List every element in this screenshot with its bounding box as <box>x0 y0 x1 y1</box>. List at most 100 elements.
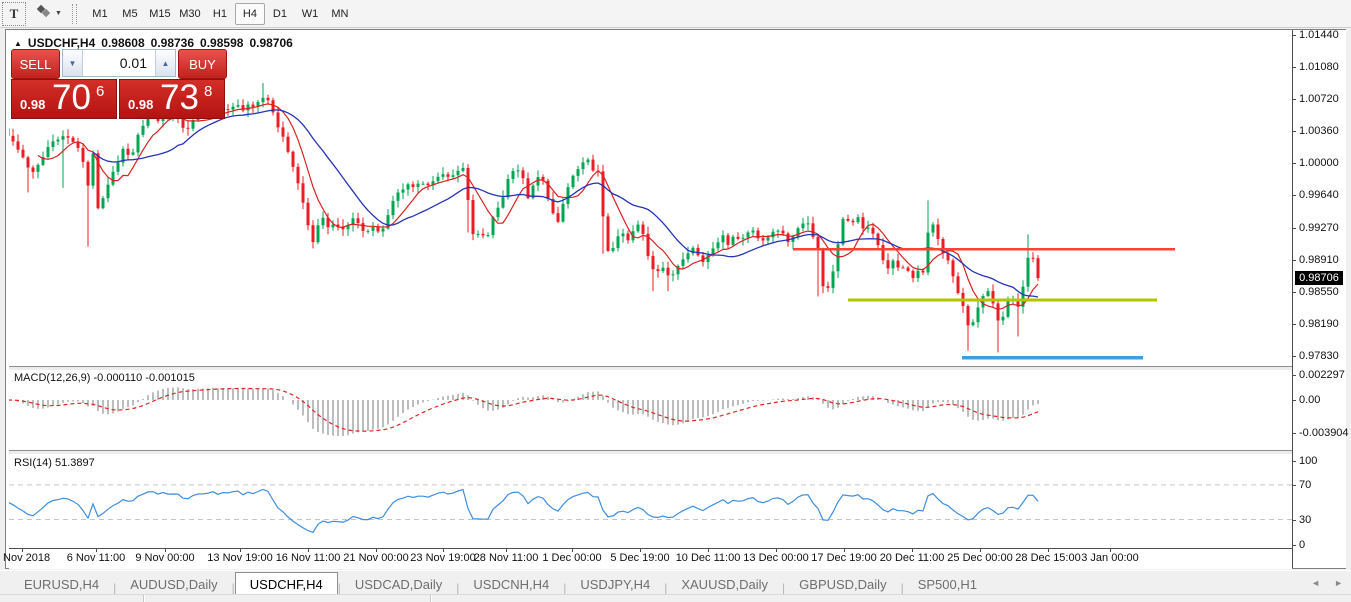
time-axis-tick <box>844 548 845 552</box>
indicator-axis-tick <box>1292 433 1296 434</box>
symbol-header: ▲ USDCHF,H4 0.98608 0.98736 0.98598 0.98… <box>14 36 293 50</box>
price-axis-tick <box>1292 324 1296 325</box>
price-axis-label: 1.01440 <box>1299 29 1339 41</box>
buy-button[interactable]: BUY <box>178 49 227 79</box>
sell-price-pips: 70 <box>52 78 91 118</box>
tab-usdjpy-h4[interactable]: USDJPY,H4 <box>566 574 664 595</box>
tab-usdcad-daily[interactable]: USDCAD,Daily <box>341 574 456 595</box>
time-axis-label: 6 Nov 11:00 <box>56 552 136 564</box>
price-axis-tick <box>1292 67 1296 68</box>
price-axis-tick <box>1292 131 1296 132</box>
tab-xauusd-daily[interactable]: XAUUSD,Daily <box>667 574 782 595</box>
time-axis-tick <box>708 548 709 552</box>
time-axis-label: 9 Nov 00:00 <box>125 552 205 564</box>
price-axis-tick <box>1292 356 1296 357</box>
symbol-name: USDCHF,H4 <box>28 36 95 50</box>
indicator-axis-label: 0 <box>1299 539 1305 551</box>
sell-button[interactable]: SELL <box>11 49 60 79</box>
arrows-icon <box>34 3 52 24</box>
timeframe-button-m30[interactable]: M30 <box>175 3 205 25</box>
time-axis-tick <box>1110 548 1111 552</box>
time-axis-tick <box>22 548 23 552</box>
indicator-axis-label: 30 <box>1299 514 1311 526</box>
buy-price-point: 8 <box>204 83 212 100</box>
price-axis-tick <box>1292 260 1296 261</box>
arrows-tool-button[interactable]: ▼ <box>34 3 62 24</box>
price-axis-label: 0.99640 <box>1299 189 1339 201</box>
indicator-axis-tick <box>1292 400 1296 401</box>
status-bar <box>0 594 1351 602</box>
ohlc-high: 0.98736 <box>151 36 194 50</box>
indicator-axis-label: 0.00 <box>1299 394 1320 406</box>
toolbar-grip <box>72 4 77 24</box>
tab-sp500-h1[interactable]: SP500,H1 <box>904 574 991 595</box>
toolbar: T ▼ M1M5M15M30H1H4D1W1MN <box>0 0 1351 28</box>
tab-audusd-daily[interactable]: AUDUSD,Daily <box>116 574 231 595</box>
tab-gbpusd-daily[interactable]: GBPUSD,Daily <box>785 574 900 595</box>
time-axis-tick <box>980 548 981 552</box>
price-axis-label: 0.97830 <box>1299 350 1339 362</box>
volume-increase-button[interactable]: ▲ <box>155 50 175 76</box>
rsi-label: RSI(14) 51.3897 <box>14 457 95 469</box>
current-price-label: 0.98706 <box>1295 271 1343 285</box>
timeframe-button-h4[interactable]: H4 <box>235 3 265 25</box>
sell-price-display[interactable]: 0.98 70 6 <box>11 79 117 119</box>
volume-decrease-button[interactable]: ▼ <box>63 50 83 76</box>
timeframe-button-w1[interactable]: W1 <box>295 3 325 25</box>
indicator-axis-tick <box>1292 545 1296 546</box>
price-axis-tick <box>1292 292 1296 293</box>
price-axis-label: 0.99270 <box>1299 222 1339 234</box>
indicator-axis-label: 70 <box>1299 479 1311 491</box>
time-axis-tick <box>1048 548 1049 552</box>
timeframe-button-mn[interactable]: MN <box>325 3 355 25</box>
timeframe-button-m5[interactable]: M5 <box>115 3 145 25</box>
tab-usdchf-h4[interactable]: USDCHF,H4 <box>235 572 338 595</box>
sell-price-prefix: 0.98 <box>20 97 45 112</box>
collapse-triangle-icon[interactable]: ▲ <box>14 39 22 48</box>
price-axis-tick <box>1292 163 1296 164</box>
tabs-scroll-left-icon[interactable]: ◄ <box>1311 578 1320 588</box>
volume-input[interactable] <box>83 50 155 76</box>
tab-usdcnh-h4[interactable]: USDCNH,H4 <box>459 574 563 595</box>
time-axis-tick <box>572 548 573 552</box>
buy-price-prefix: 0.98 <box>128 97 153 112</box>
indicator-axis-tick <box>1292 375 1296 376</box>
timeframe-button-d1[interactable]: D1 <box>265 3 295 25</box>
timeframe-button-h1[interactable]: H1 <box>205 3 235 25</box>
ohlc-low: 0.98598 <box>200 36 243 50</box>
text-tool-button[interactable]: T <box>2 2 26 26</box>
chevron-down-icon: ▼ <box>55 10 62 17</box>
ohlc-close: 0.98706 <box>249 36 292 50</box>
timeframe-buttons: M1M5M15M30H1H4D1W1MN <box>85 3 355 25</box>
tab-eurusd-h4[interactable]: EURUSD,H4 <box>10 574 113 595</box>
price-axis-label: 0.98190 <box>1299 318 1339 330</box>
buy-price-display[interactable]: 0.98 73 8 <box>119 79 225 119</box>
price-axis-tick <box>1292 35 1296 36</box>
price-axis-label: 0.98550 <box>1299 286 1339 298</box>
rsi-pane[interactable] <box>9 453 1292 547</box>
time-axis-tick <box>165 548 166 552</box>
buy-price-pips: 73 <box>160 78 199 118</box>
indicator-axis-label: -0.003904 <box>1299 427 1349 439</box>
sell-price-point: 6 <box>96 83 104 100</box>
macd-label: MACD(12,26,9) -0.000110 -0.001015 <box>14 372 195 384</box>
time-axis-tick <box>308 548 309 552</box>
price-axis-label: 1.01080 <box>1299 61 1339 73</box>
time-axis-tick <box>776 548 777 552</box>
ohlc-open: 0.98608 <box>101 36 144 50</box>
time-axis-tick <box>443 548 444 552</box>
macd-pane[interactable] <box>9 369 1292 450</box>
time-axis-tick <box>640 548 641 552</box>
time-axis-tick <box>96 548 97 552</box>
mt4-terminal: T ▼ M1M5M15M30H1H4D1W1MN ▲ USDCHF,H4 0.9… <box>0 0 1351 602</box>
chart-tab-bar: EURUSD,H4|AUDUSD,Daily|USDCHF,H4|USDCAD,… <box>0 570 1351 595</box>
price-axis-tick <box>1292 99 1296 100</box>
indicator-axis-tick <box>1292 485 1296 486</box>
time-axis-label: 1 Nov 2018 <box>0 552 62 564</box>
indicator-axis-label: 0.002297 <box>1299 369 1345 381</box>
timeframe-button-m1[interactable]: M1 <box>85 3 115 25</box>
price-axis-label: 1.00360 <box>1299 125 1339 137</box>
time-axis-label: 3 Jan 00:00 <box>1070 552 1150 564</box>
timeframe-button-m15[interactable]: M15 <box>145 3 175 25</box>
tabs-scroll-right-icon[interactable]: ► <box>1334 578 1343 588</box>
